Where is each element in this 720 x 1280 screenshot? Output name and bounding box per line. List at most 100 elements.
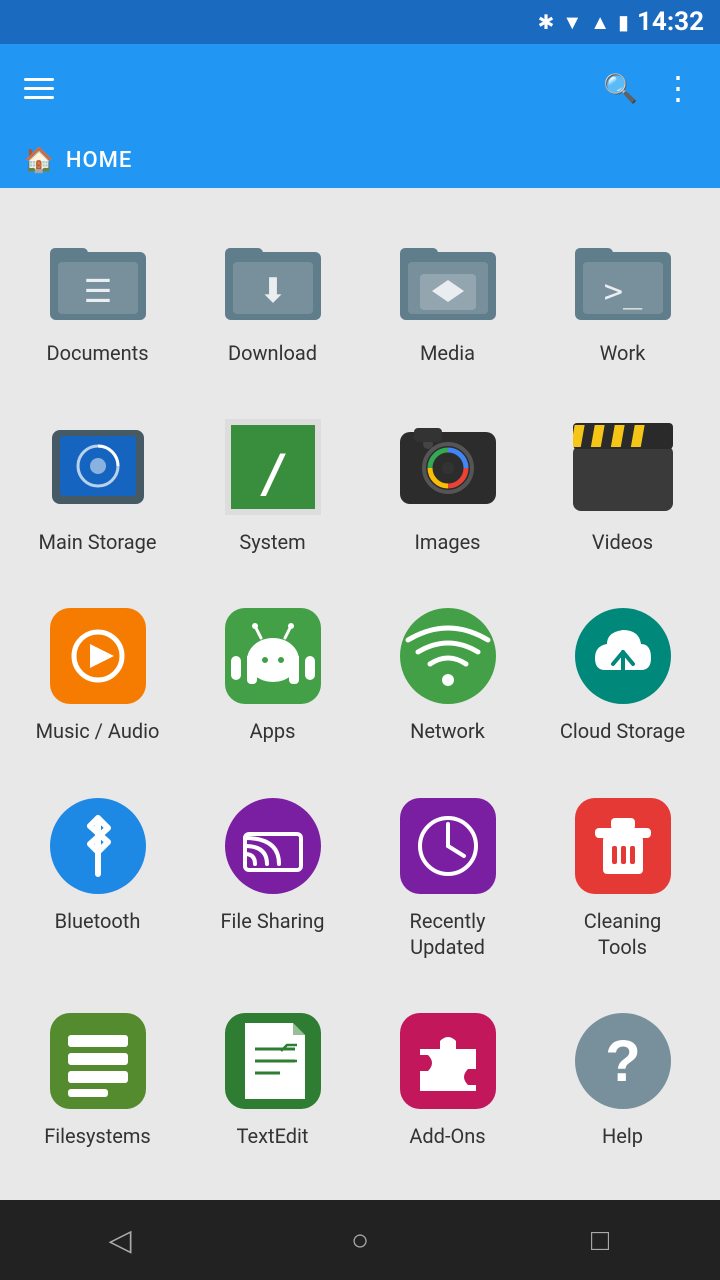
- status-icons: ✱ ▼ ▲ ▮ 14:32: [538, 7, 704, 37]
- hamburger-menu-button[interactable]: [24, 78, 54, 99]
- recently-updated-icon: [400, 798, 496, 894]
- apps-label: Apps: [250, 718, 296, 744]
- help-label: Help: [602, 1123, 643, 1149]
- grid-item-network[interactable]: Network: [360, 586, 535, 775]
- bottom-navigation: ◁ ○ □: [0, 1200, 720, 1280]
- system-icon: /: [225, 419, 321, 515]
- grid-item-media[interactable]: Media: [360, 208, 535, 397]
- main-storage-icon-wrapper: [48, 417, 148, 517]
- home-button[interactable]: ○: [330, 1210, 390, 1270]
- wifi-status-icon: ▼: [562, 10, 582, 35]
- cleaning-tools-icon: [575, 798, 671, 894]
- documents-label: Documents: [46, 340, 148, 366]
- apps-icon-wrapper: [223, 606, 323, 706]
- back-button[interactable]: ◁: [90, 1210, 150, 1270]
- grid-item-file-sharing[interactable]: File Sharing: [185, 776, 360, 991]
- filesystems-label: Filesystems: [44, 1123, 151, 1149]
- grid-item-bluetooth[interactable]: Bluetooth: [10, 776, 185, 991]
- apps-icon: [225, 608, 321, 704]
- grid-item-filesystems[interactable]: Filesystems: [10, 991, 185, 1180]
- file-sharing-icon: [225, 798, 321, 894]
- media-folder-icon: [398, 234, 498, 322]
- file-sharing-icon-wrapper: [223, 796, 323, 896]
- add-ons-icon-wrapper: [398, 1011, 498, 1111]
- svg-text:/: /: [257, 444, 288, 504]
- cloud-storage-icon: [575, 608, 671, 704]
- help-icon: ?: [575, 1013, 671, 1109]
- documents-folder-icon: ☰: [48, 234, 148, 322]
- main-storage-icon: [50, 422, 146, 512]
- grid-item-apps[interactable]: Apps: [185, 586, 360, 775]
- svg-text:⬇: ⬇: [258, 271, 287, 311]
- top-bar: 🔍 ⋮: [0, 44, 720, 132]
- file-sharing-label: File Sharing: [220, 908, 324, 934]
- cleaning-tools-icon-wrapper: [573, 796, 673, 896]
- help-icon-wrapper: ?: [573, 1011, 673, 1111]
- system-label: System: [239, 529, 305, 555]
- add-ons-label: Add-Ons: [409, 1123, 485, 1149]
- media-label: Media: [420, 340, 475, 366]
- grid-item-recently-updated[interactable]: RecentlyUpdated: [360, 776, 535, 991]
- bluetooth-label: Bluetooth: [55, 908, 141, 934]
- grid-item-cleaning-tools[interactable]: CleaningTools: [535, 776, 710, 991]
- download-label: Download: [228, 340, 317, 366]
- documents-icon-wrapper: ☰: [48, 228, 148, 328]
- breadcrumb: 🏠 HOME: [0, 132, 720, 188]
- cloud-storage-label: Cloud Storage: [560, 718, 685, 744]
- app-grid: ☰ Documents ⬇ Download Media: [0, 188, 720, 1200]
- recently-updated-icon-wrapper: [398, 796, 498, 896]
- top-bar-left: [24, 78, 54, 99]
- home-breadcrumb-icon: 🏠: [24, 146, 54, 174]
- grid-item-help[interactable]: ? Help: [535, 991, 710, 1180]
- grid-item-add-ons[interactable]: Add-Ons: [360, 991, 535, 1180]
- videos-icon-wrapper: [573, 417, 673, 517]
- images-label: Images: [414, 529, 480, 555]
- textedit-label: TextEdit: [237, 1123, 309, 1149]
- grid-item-textedit[interactable]: TextEdit: [185, 991, 360, 1180]
- download-icon-wrapper: ⬇: [223, 228, 323, 328]
- videos-label: Videos: [592, 529, 653, 555]
- grid-item-system[interactable]: / System: [185, 397, 360, 586]
- hamburger-line-2: [24, 87, 54, 90]
- network-label: Network: [410, 718, 485, 744]
- recents-button[interactable]: □: [570, 1210, 630, 1270]
- bluetooth-status-icon: ✱: [538, 10, 555, 34]
- system-icon-wrapper: /: [223, 417, 323, 517]
- grid-item-cloud-storage[interactable]: Cloud Storage: [535, 586, 710, 775]
- grid-item-videos[interactable]: Videos: [535, 397, 710, 586]
- top-bar-right: 🔍 ⋮: [603, 69, 696, 107]
- music-audio-icon-wrapper: [48, 606, 148, 706]
- grid-item-music-audio[interactable]: Music / Audio: [10, 586, 185, 775]
- hamburger-line-3: [24, 96, 54, 99]
- music-audio-label: Music / Audio: [36, 718, 160, 744]
- more-options-button[interactable]: ⋮: [662, 69, 696, 107]
- textedit-icon: [225, 1013, 321, 1109]
- textedit-icon-wrapper: [223, 1011, 323, 1111]
- work-icon-wrapper: >_: [573, 228, 673, 328]
- work-label: Work: [600, 340, 646, 366]
- images-icon-wrapper: [398, 417, 498, 517]
- images-icon: [400, 422, 496, 512]
- grid-item-documents[interactable]: ☰ Documents: [10, 208, 185, 397]
- work-folder-icon: >_: [573, 234, 673, 322]
- filesystems-icon: [50, 1013, 146, 1109]
- signal-status-icon: ▲: [590, 10, 610, 35]
- grid-item-main-storage[interactable]: Main Storage: [10, 397, 185, 586]
- time-display: 14:32: [637, 7, 704, 37]
- grid-item-work[interactable]: >_ Work: [535, 208, 710, 397]
- search-button[interactable]: 🔍: [603, 72, 638, 105]
- recently-updated-label: RecentlyUpdated: [410, 908, 486, 960]
- hamburger-line-1: [24, 78, 54, 81]
- grid-item-images[interactable]: Images: [360, 397, 535, 586]
- grid-item-download[interactable]: ⬇ Download: [185, 208, 360, 397]
- bluetooth-icon: [50, 798, 146, 894]
- cleaning-tools-label: CleaningTools: [584, 908, 662, 960]
- media-icon-wrapper: [398, 228, 498, 328]
- bluetooth-icon-wrapper: [48, 796, 148, 896]
- filesystems-icon-wrapper: [48, 1011, 148, 1111]
- status-bar: ✱ ▼ ▲ ▮ 14:32: [0, 0, 720, 44]
- svg-text:?: ?: [605, 1029, 640, 1094]
- breadcrumb-label: HOME: [66, 148, 132, 173]
- download-folder-icon: ⬇: [223, 234, 323, 322]
- network-icon-wrapper: [398, 606, 498, 706]
